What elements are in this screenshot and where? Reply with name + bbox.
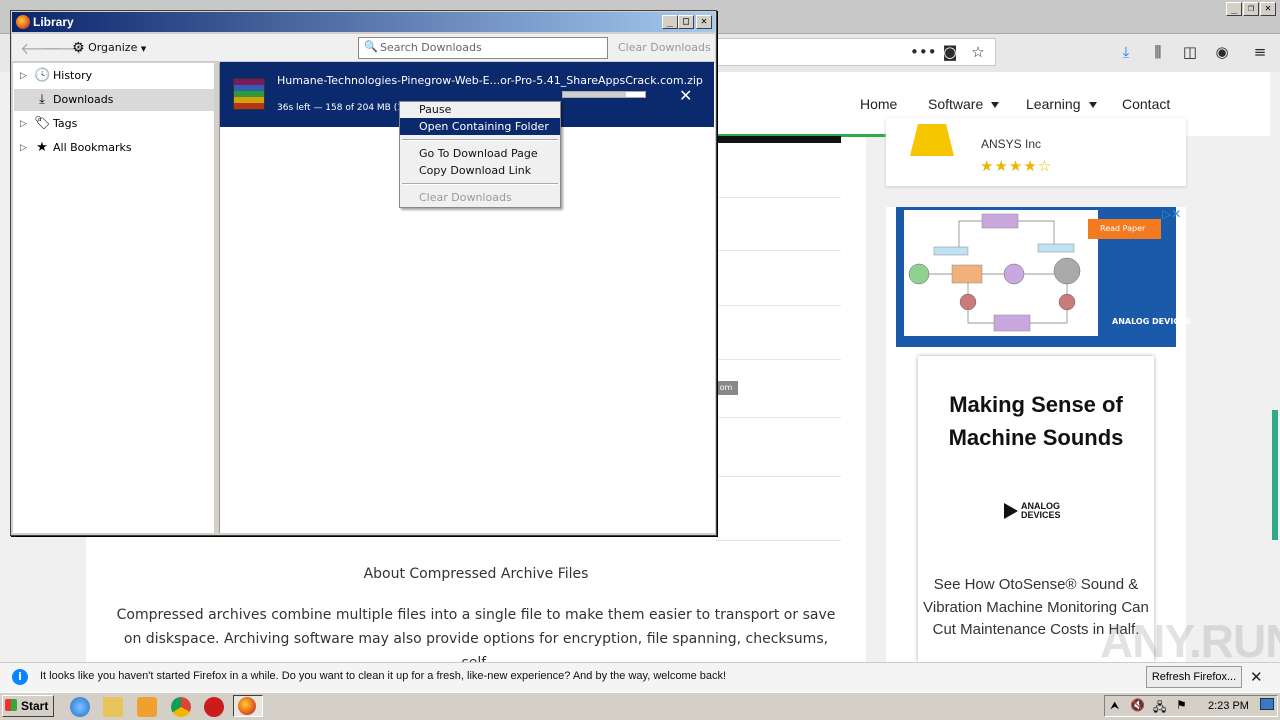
menu-item-pause[interactable]: Pause [400,101,560,118]
chevron-down-icon [991,102,1000,109]
cancel-download-icon[interactable]: ✕ [679,86,692,105]
expand-arrow-icon[interactable]: ▷ [20,65,27,87]
read-paper-button[interactable]: Read Paper [1088,219,1161,239]
analog-devices-logo: ANALOG DEVICES [1004,502,1061,520]
media-player-icon[interactable] [137,697,157,717]
network-icon[interactable]: 🖧 [1153,698,1166,719]
tag-icon: 🏷 [34,116,51,131]
menu-icon[interactable]: ≡ [1249,41,1271,63]
ad-choices-icon[interactable]: ▷✕ [1162,207,1181,221]
menu-item-go-to-download-page[interactable]: Go To Download Page [400,145,560,162]
download-progress-fill [563,92,626,97]
page-actions-icon[interactable]: ••• [910,41,937,63]
flag-icon[interactable]: ⚑ [1176,698,1187,712]
refresh-firefox-button[interactable]: Refresh Firefox... [1146,666,1242,688]
search-downloads-input[interactable]: Search Downloads [380,41,482,54]
organize-label: Organize [88,41,138,54]
minimize-button[interactable]: _ [1226,2,1242,16]
firefox-icon [16,15,30,29]
logo-line2: DEVICES [1021,510,1061,520]
expand-arrow-icon[interactable]: ▷ [20,137,27,159]
sidebar-item-label: All Bookmarks [53,141,132,154]
opera-icon[interactable] [204,697,224,717]
nav-software[interactable]: Software [928,96,1000,112]
clear-downloads-button[interactable]: Clear Downloads [618,41,711,54]
row-divider [716,250,841,251]
logo-triangle-icon [1004,503,1018,519]
nav-learning-label: Learning [1026,96,1081,112]
row-divider [716,417,841,418]
gear-icon: ⚙ [72,40,85,56]
ad-brand-top: ANALOG DEVICES [1112,317,1191,326]
search-icon: 🔍 [364,40,378,53]
restore-button[interactable]: ❐ [1243,2,1259,16]
menu-item-open-containing-folder[interactable]: Open Containing Folder [400,118,560,135]
row-divider [716,359,841,360]
expand-arrow-icon[interactable]: ▷ [20,113,27,135]
menu-item-copy-download-link[interactable]: Copy Download Link [400,162,560,179]
sidebar-item-all-bookmarks[interactable]: ▷ ★ All Bookmarks [14,137,214,159]
folder-icon[interactable] [103,697,123,717]
sidebar-item-tags[interactable]: ▷ 🏷 Tags [14,113,214,135]
pocket-icon[interactable]: ◙ [939,41,961,63]
ad-flow-diagram [904,210,1098,336]
show-desktop-icon[interactable] [1260,698,1274,710]
library-close-button[interactable]: ✕ [696,15,712,29]
star-icon: ★ [36,140,48,155]
info-icon: i [12,669,28,685]
sidebar-item-label: History [53,69,93,82]
download-arrow-icon: ⤓ [39,92,45,107]
star-rating: ★★★★☆ [980,157,1053,175]
sidebar-item-label: Tags [53,117,78,130]
close-icon[interactable]: ✕ [1250,668,1263,686]
download-status: 36s left — 158 of 204 MB (1 [277,103,403,113]
sidebar-item-history[interactable]: ▷ 🕓 History [14,65,214,87]
nav-contact[interactable]: Contact [1122,96,1170,112]
watermark: ANY.RUN [1100,615,1280,667]
library-icon[interactable]: ⫼ [1147,41,1169,63]
nav-software-label: Software [928,96,984,112]
winrar-archive-icon [233,78,265,110]
download-filename: Humane-Technologies-Pinegrow-Web-E...or-… [277,74,703,87]
sidebar-icon[interactable]: ◫ [1179,41,1201,63]
nav-home[interactable]: Home [860,96,897,112]
article-title: About Compressed Archive Files [363,566,589,582]
row-divider [716,476,841,477]
text-snippet: om [714,381,738,395]
volume-icon[interactable]: 🔇 [1130,698,1145,712]
organize-button[interactable]: ⚙ Organize ▼ [72,40,146,56]
menu-item-clear-downloads: Clear Downloads [419,191,512,204]
bookmark-star-icon[interactable]: ☆ [967,41,989,63]
internet-explorer-icon[interactable] [70,697,90,717]
ad-heading: Making Sense of Machine Sounds [948,392,1124,450]
chevron-down-icon [1088,102,1097,109]
close-button[interactable]: ✕ [1260,2,1276,16]
firefox-icon [238,697,256,715]
page-scrollbar[interactable] [1272,410,1278,540]
windows-logo-icon [5,699,17,711]
sidebar-item-downloads[interactable]: ⤓ Downloads [14,89,214,111]
sidebar-item-label: Downloads [53,93,114,106]
company-name: ANSYS Inc [981,137,1042,151]
window-title: Library [33,15,74,29]
chrome-icon[interactable] [171,697,191,717]
clock-icon: 🕓 [34,68,51,83]
library-minimize-button[interactable]: _ [662,15,678,29]
clock[interactable]: 2:23 PM [1208,700,1249,712]
downloads-icon[interactable]: ⤓ [1115,41,1137,63]
menu-separator [402,139,558,141]
row-divider [716,540,841,541]
dropdown-arrow-icon: ▼ [140,45,147,53]
taskbar [0,692,1280,720]
row-divider [716,305,841,306]
nav-learning[interactable]: Learning [1026,96,1097,112]
row-divider [716,197,841,198]
library-titlebar[interactable] [12,12,715,32]
account-icon[interactable]: ◉ [1211,41,1233,63]
notification-text: It looks like you haven't started Firefo… [40,670,727,682]
dark-banner-strip [716,136,841,143]
menu-separator [402,183,558,185]
tray-expand-icon[interactable]: ⮝ [1110,699,1119,713]
library-maximize-button[interactable]: □ [678,15,694,29]
